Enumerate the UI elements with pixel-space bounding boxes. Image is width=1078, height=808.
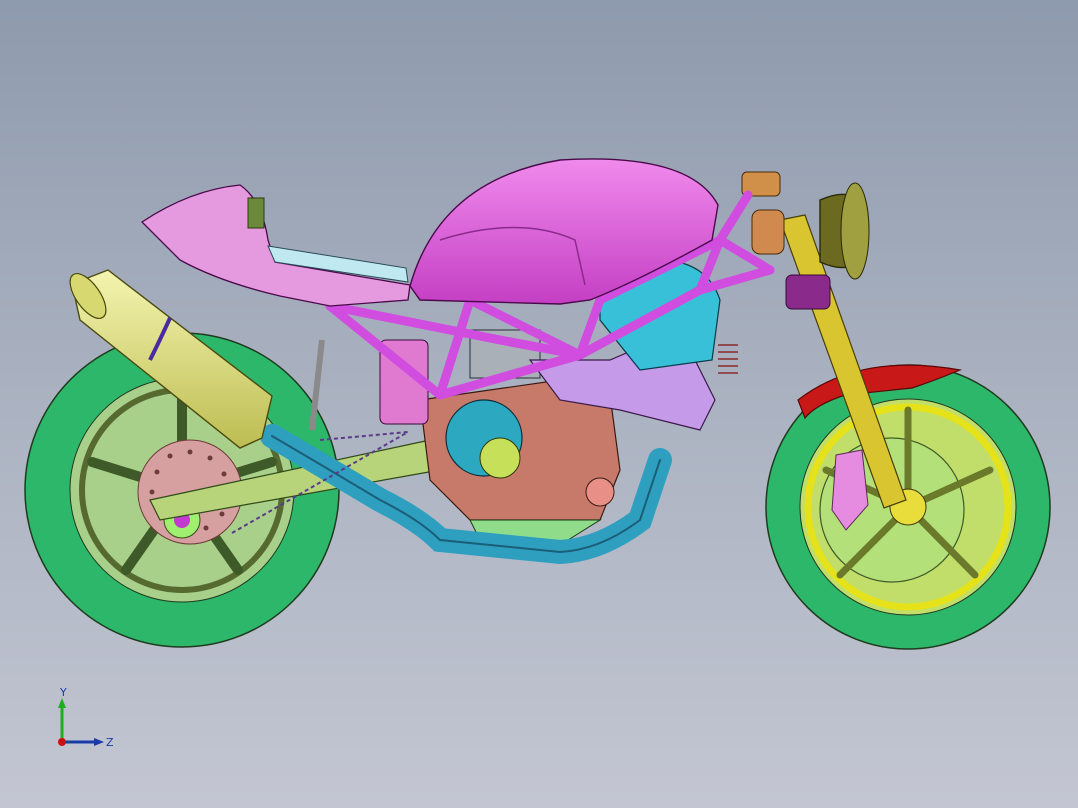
- axis-triad: Y Z: [58, 686, 114, 749]
- x-axis-origin: [58, 738, 66, 746]
- fork-clamp: [785, 274, 831, 310]
- tail-light: [247, 197, 265, 229]
- cad-viewport[interactable]: Y Z: [0, 0, 1078, 808]
- y-axis-label: Y: [59, 686, 67, 699]
- rear-shock[interactable]: [309, 339, 429, 431]
- oil-filter: [585, 477, 615, 507]
- motorcycle-model[interactable]: [0, 0, 1078, 808]
- z-axis-label: Z: [106, 736, 114, 749]
- drive-chain-upper: [319, 431, 409, 441]
- alternator-cover: [479, 437, 521, 479]
- handlebar-clamp: [751, 209, 785, 255]
- headlight-lens: [840, 182, 870, 280]
- seat-cowl[interactable]: [140, 184, 411, 307]
- spring-coil: [718, 344, 738, 374]
- z-axis-arrowhead: [94, 738, 104, 746]
- y-axis-arrowhead: [58, 698, 66, 708]
